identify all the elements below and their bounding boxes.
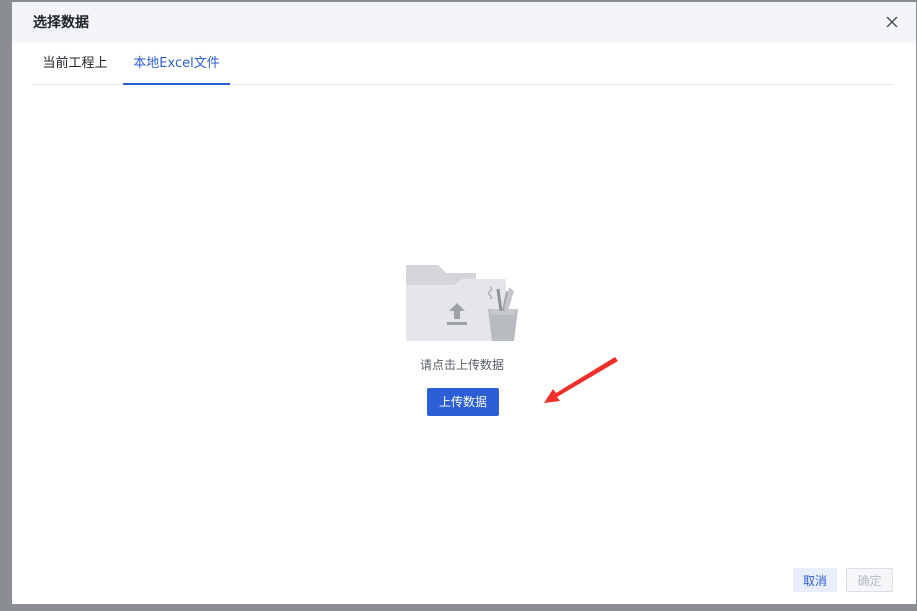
red-arrow-annotation	[544, 357, 618, 403]
dialog-title: 选择数据	[33, 15, 89, 31]
tab-bar: 当前工程上 本地Excel文件	[32, 43, 894, 85]
folder-upload-icon	[406, 265, 518, 341]
cancel-button[interactable]: 取消	[793, 568, 837, 592]
dialog-header: 选择数据	[12, 2, 916, 43]
close-icon	[886, 16, 898, 28]
close-button[interactable]	[884, 14, 900, 30]
select-data-dialog: 选择数据 当前工程上 本地Excel文件 请点击上传数据 上传数据 取消 确定	[12, 2, 916, 604]
confirm-button[interactable]: 确定	[846, 568, 893, 592]
tab-current-project[interactable]: 当前工程上	[32, 43, 118, 84]
tab-local-excel[interactable]: 本地Excel文件	[123, 43, 230, 85]
upload-data-button[interactable]: 上传数据	[427, 388, 499, 416]
